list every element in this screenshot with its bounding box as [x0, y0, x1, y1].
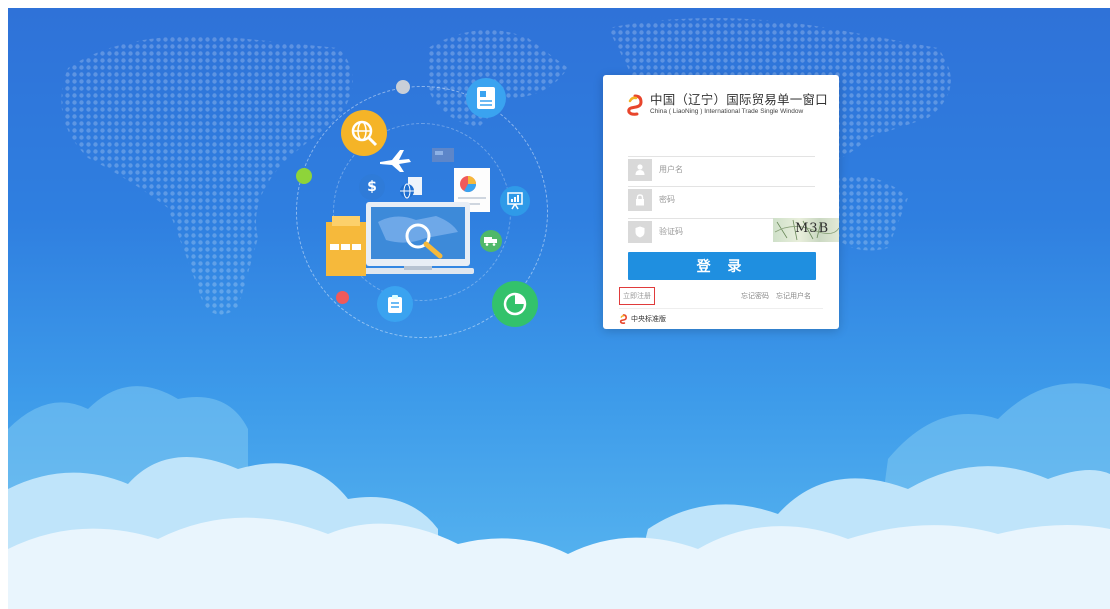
captcha-text: M3B: [795, 221, 830, 236]
forgot-password-link[interactable]: 忘记密码: [741, 291, 769, 301]
username-input[interactable]: [659, 165, 739, 174]
site-title-en: China ( LiaoNing ) International Trade S…: [650, 108, 804, 115]
map-card-icon: [432, 148, 454, 162]
site-title-cn: 中国（辽宁）国际贸易单一窗口: [650, 92, 828, 107]
login-panel: 中国（辽宁）国际贸易单一窗口 China ( LiaoNing ) Intern…: [603, 75, 839, 329]
truck-icon: [480, 230, 502, 252]
captcha-input[interactable]: [659, 227, 719, 236]
globe-document-icon: [400, 177, 422, 199]
red-dot: [336, 291, 349, 304]
airplane-icon: [380, 150, 411, 172]
forgot-username-link[interactable]: 忘记用户名: [776, 291, 811, 301]
captcha-field: M3B: [628, 218, 839, 244]
computer-monitor-icon: [366, 202, 474, 274]
lock-icon: [628, 188, 652, 211]
single-window-small-logo-icon: [619, 314, 627, 324]
shield-icon: [628, 220, 652, 243]
version-label: 中央标准版: [631, 315, 666, 323]
cloud-decoration: [8, 383, 1110, 609]
login-page-background: $ 中国（辽宁）国际贸易单一窗口 China (LiaoNing) Inte…: [8, 8, 1110, 609]
presentation-chart-icon: [500, 186, 530, 216]
version-badge[interactable]: 中央标准版: [619, 314, 666, 324]
login-button[interactable]: 登 录: [628, 252, 816, 280]
pie-chart-icon: [492, 281, 538, 327]
folder-stack-icon: [326, 216, 366, 276]
brand-header: 中国（辽宁）国际贸易单一窗口 China ( LiaoNing ) Intern…: [625, 93, 828, 116]
green-dot: [296, 168, 312, 184]
divider: [619, 308, 823, 309]
captcha-image[interactable]: M3B: [773, 218, 839, 242]
dollar-icon: $: [359, 174, 385, 200]
password-input[interactable]: [659, 195, 739, 204]
username-field: [628, 156, 815, 182]
grey-dot: [396, 80, 410, 94]
trade-illustration: $: [278, 68, 568, 353]
clipboard-icon: [377, 286, 413, 322]
document-icon: [466, 78, 506, 118]
password-field: [628, 186, 815, 212]
single-window-logo-icon: [627, 94, 643, 116]
register-link[interactable]: 立即注册: [619, 287, 655, 305]
user-icon: [628, 158, 652, 181]
